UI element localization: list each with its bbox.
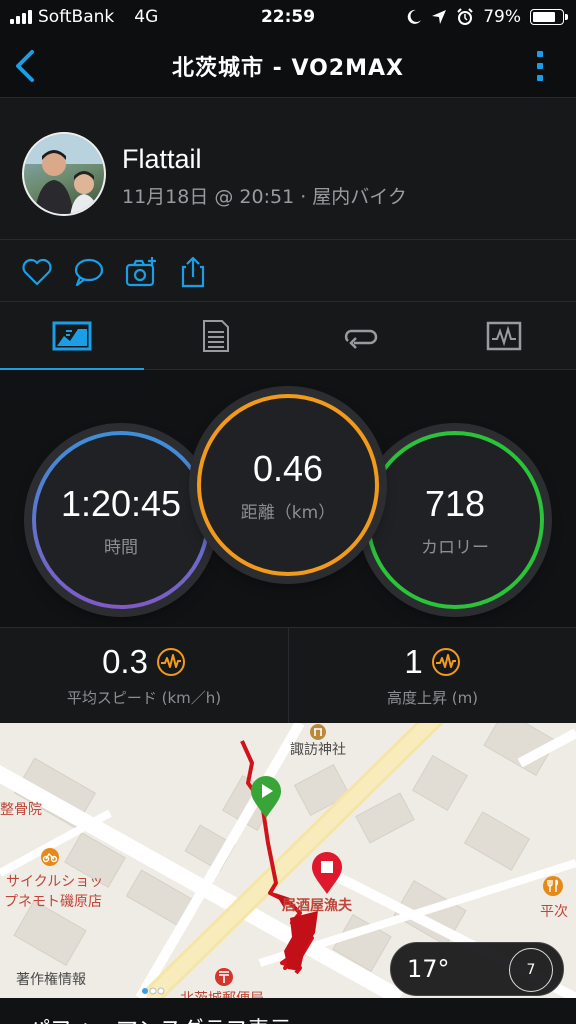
activity-tabs [0,302,576,371]
battery-icon [530,9,568,25]
laps-icon [344,329,378,349]
user-name[interactable]: Flattail [122,144,202,175]
weather-badge[interactable]: 17° 7 [390,942,564,996]
add-photo-icon[interactable] [124,255,158,289]
map-label-heiji: 平次 [540,904,568,920]
avatar-photo [24,134,104,214]
elevation-gain-stat: 1 高度上昇 (m) [288,628,576,723]
action-bar [0,240,576,302]
share-icon[interactable] [176,255,210,289]
summary-circles: 1:20:45 時間 718 カロリー 0.46 距離（km） [0,370,576,628]
bottom-section: パフォーマンスグラフ表示 [0,998,576,1024]
map-label-shop-line1: サイクルショッ [6,874,104,890]
pulse-badge-icon [431,648,460,676]
bicycle-shop-icon [41,848,59,866]
elevation-gain-label: 高度上昇 (m) [386,689,479,707]
distance-circle: 0.46 距離（km） [197,394,379,576]
map-copyright-link[interactable]: 著作権情報 [16,969,86,989]
calories-label: カロリー [421,537,489,558]
temperature: 17° [407,955,450,983]
time-value: 1:20:45 [60,482,182,524]
status-bar: SoftBank 4G 22:59 79% [0,0,576,34]
more-options-button[interactable] [534,48,546,84]
time-label: 時間 [104,537,138,558]
tab-laps[interactable] [288,302,432,370]
activity-meta: 11月18日 @ 20:51 · 屋内バイク [122,186,407,208]
map-label-izakaya: 居酒屋漁夫 [282,898,352,914]
tab-stats[interactable] [0,302,144,371]
elevation-gain-value: 1 [404,643,423,680]
heart-icon[interactable] [20,255,54,289]
avatar[interactable] [22,132,106,216]
battery-percent: 79% [483,7,521,27]
distance-value: 0.46 [252,447,324,489]
stats-icon [52,321,92,351]
activity-header: Flattail 11月18日 @ 20:51 · 屋内バイク [0,98,576,240]
tab-graph[interactable] [432,302,576,370]
distance-label: 距離（km） [240,502,336,523]
page-title: 北茨城市 - VO2MAX [172,55,404,81]
end-pin-icon[interactable] [310,851,344,895]
status-time: 22:59 [260,7,316,27]
moon-icon [407,9,422,24]
restaurant-icon [543,876,563,896]
battery-fill [533,12,556,22]
stats-row: 0.3 平均スピード (km／h) 1 高度上昇 (m) [0,628,576,723]
alarm-icon [457,8,473,25]
signal-icon [10,10,32,24]
details-icon [203,320,229,352]
map-label-shop-line2: プネモト磯原店 [4,894,102,910]
avg-speed-label: 平均スピード (km／h) [66,689,222,707]
graph-icon [486,321,522,351]
map-label-post-office: 北茨城郵便局 [180,988,264,998]
tab-details[interactable] [144,302,288,370]
post-office-icon [215,968,233,986]
network-type: 4G [134,7,159,27]
map-dots-icon [142,987,165,995]
calories-value: 718 [424,482,486,524]
status-right: 79% [406,0,568,34]
navigation-bar: 北茨城市 - VO2MAX [0,34,576,98]
wind-compass: 7 [509,948,553,992]
comment-icon[interactable] [72,255,106,289]
carrier-name: SoftBank [38,7,115,27]
bottom-section-title[interactable]: パフォーマンスグラフ表示 [28,1012,292,1024]
calories-circle: 718 カロリー [366,431,544,609]
map-label-clinic: 整骨院 [0,802,42,818]
avg-speed-stat: 0.3 平均スピード (km／h) [0,628,288,723]
back-chevron-icon[interactable] [10,48,40,84]
location-arrow-icon [432,10,447,24]
time-circle: 1:20:45 時間 [32,431,210,609]
avg-speed-value: 0.3 [102,643,148,680]
start-pin-icon[interactable] [249,775,283,819]
pulse-badge-icon [156,648,185,676]
wind-speed: 7 [526,962,536,978]
map-label-shrine: 諏訪神社 [290,742,346,758]
